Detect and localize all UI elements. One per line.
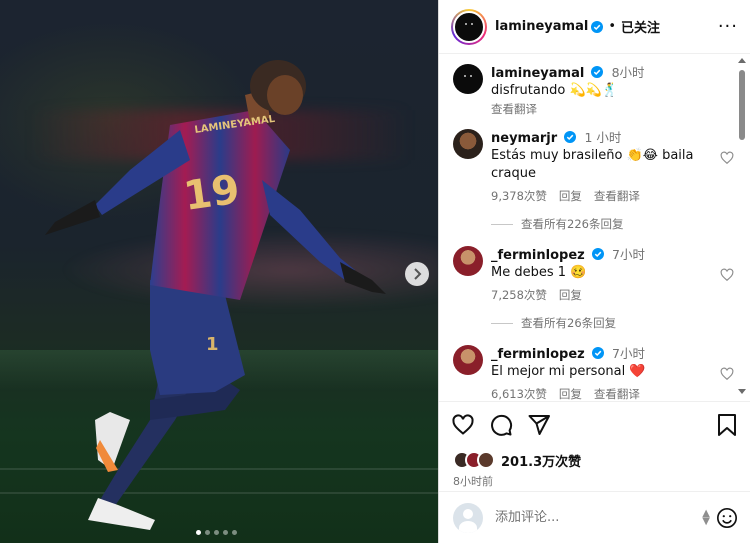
comment-likes[interactable]: 7,258次赞 [491,287,547,303]
avatar[interactable] [453,246,483,276]
svg-text:1: 1 [206,334,219,355]
comment-meta: 6,613次赞 回复 查看翻译 [491,386,706,401]
more-options-button[interactable]: ··· [718,16,738,37]
comment-time[interactable]: 7小时 [612,247,645,262]
view-replies-label: 查看所有26条回复 [521,316,617,330]
add-comment-bar: ▲▼ [439,491,750,543]
scrollbar-thumb[interactable] [739,70,745,140]
caption-username[interactable]: lamineyamal [491,66,584,81]
emoji-picker-icon[interactable] [716,507,738,529]
scroll-up-arrow-icon[interactable] [738,58,746,63]
like-heart-icon[interactable] [720,268,734,282]
comment-username[interactable]: _ferminlopez [491,248,585,263]
caption-text: disfrutando 💫💫🕺 [491,83,618,98]
next-slide-button[interactable] [405,262,429,286]
reply-button[interactable]: 回复 [559,188,582,204]
comment-meta: 9,378次赞 回复 查看翻译 [491,188,706,204]
view-replies-button[interactable]: 查看所有26条回复 [491,315,736,331]
posted-time[interactable]: 8小时前 [439,473,750,491]
svg-text:19: 19 [181,167,243,220]
view-replies-label: 查看所有226条回复 [521,217,624,231]
comments-scrollbar[interactable] [738,58,746,394]
carousel-dot [223,530,228,535]
likes-row: 201.3万次赞 [439,447,750,473]
avatar[interactable] [453,64,483,94]
translate-link[interactable]: 查看翻译 [594,188,640,204]
verified-badge-icon [564,131,577,143]
liker-avatar[interactable] [477,451,495,469]
liker-avatars[interactable] [453,451,495,469]
comment-text: El mejor mi personal ❤️ [491,364,646,379]
verified-badge-icon [591,248,604,260]
comment-bubble-icon[interactable] [489,413,513,437]
post-sidebar: lamineyamal • 已关注 ··· lamineyamal 8小时 di… [438,0,750,543]
caption-time[interactable]: 8小时 [612,65,645,80]
input-resize-icon: ▲ ▼ [702,507,710,527]
carousel-dot [196,530,201,535]
comment-input[interactable] [495,510,703,525]
comment-item: _ferminlopez 7小时 El mejor mi personal ❤️… [453,345,736,401]
following-button[interactable]: 已关注 [621,17,660,36]
carousel-dot [214,530,219,535]
comment-likes[interactable]: 9,378次赞 [491,188,547,204]
avatar[interactable] [453,129,483,159]
comment-meta: 7,258次赞 回复 [491,287,706,303]
view-replies-button[interactable]: 查看所有226条回复 [491,216,736,232]
comment-time[interactable]: 1 小时 [584,130,621,145]
verified-badge-icon [591,347,604,359]
post-dialog: 1 LAMINEYAMAL 19 lamineyamal • 已关注 ··· l… [0,0,750,543]
caption-translate-link[interactable]: 查看翻译 [491,101,706,117]
post-header: lamineyamal • 已关注 ··· [439,0,750,54]
caption: lamineyamal 8小时 disfrutando 💫💫🕺 查看翻译 [453,64,736,117]
comment-item: neymarjr 1 小时 Estás muy brasileño 👏😂 bai… [453,129,736,204]
comment-text: Me debes 1 🥴 [491,265,587,280]
carousel-dot [232,530,237,535]
chevron-right-icon [414,268,422,280]
action-bar [439,401,750,447]
author-username[interactable]: lamineyamal [495,19,588,34]
player-figure: 1 LAMINEYAMAL 19 [45,60,386,530]
verified-badge-icon [591,20,604,33]
like-button-heart-icon[interactable] [451,413,475,437]
comment-text: Estás muy brasileño 👏😂 baila craque [491,148,694,181]
verified-badge-icon [591,66,604,78]
header-separator: • [608,19,616,34]
scroll-down-arrow-icon[interactable] [738,389,746,394]
carousel-indicator [196,530,237,535]
comment-username[interactable]: _ferminlopez [491,347,585,362]
like-heart-icon[interactable] [720,151,734,165]
post-image[interactable]: 1 LAMINEYAMAL 19 [0,0,438,543]
comments-list[interactable]: lamineyamal 8小时 disfrutando 💫💫🕺 查看翻译 ney… [439,54,750,401]
like-heart-icon[interactable] [720,367,734,381]
replies-line [491,322,513,324]
translate-link[interactable]: 查看翻译 [594,386,640,401]
comment-likes[interactable]: 6,613次赞 [491,386,547,401]
reply-button[interactable]: 回复 [559,386,582,401]
replies-line [491,223,513,225]
author-avatar[interactable] [451,8,487,45]
comment-username[interactable]: neymarjr [491,131,557,146]
current-user-avatar [453,502,483,533]
avatar[interactable] [453,345,483,375]
comment-time[interactable]: 7小时 [612,346,645,361]
save-bookmark-icon[interactable] [716,413,738,437]
likes-count[interactable]: 201.3万次赞 [501,451,581,470]
share-send-icon[interactable] [527,413,551,437]
carousel-dot [205,530,210,535]
reply-button[interactable]: 回复 [559,287,582,303]
comment-item: _ferminlopez 7小时 Me debes 1 🥴 7,258次赞 回复 [453,246,736,303]
